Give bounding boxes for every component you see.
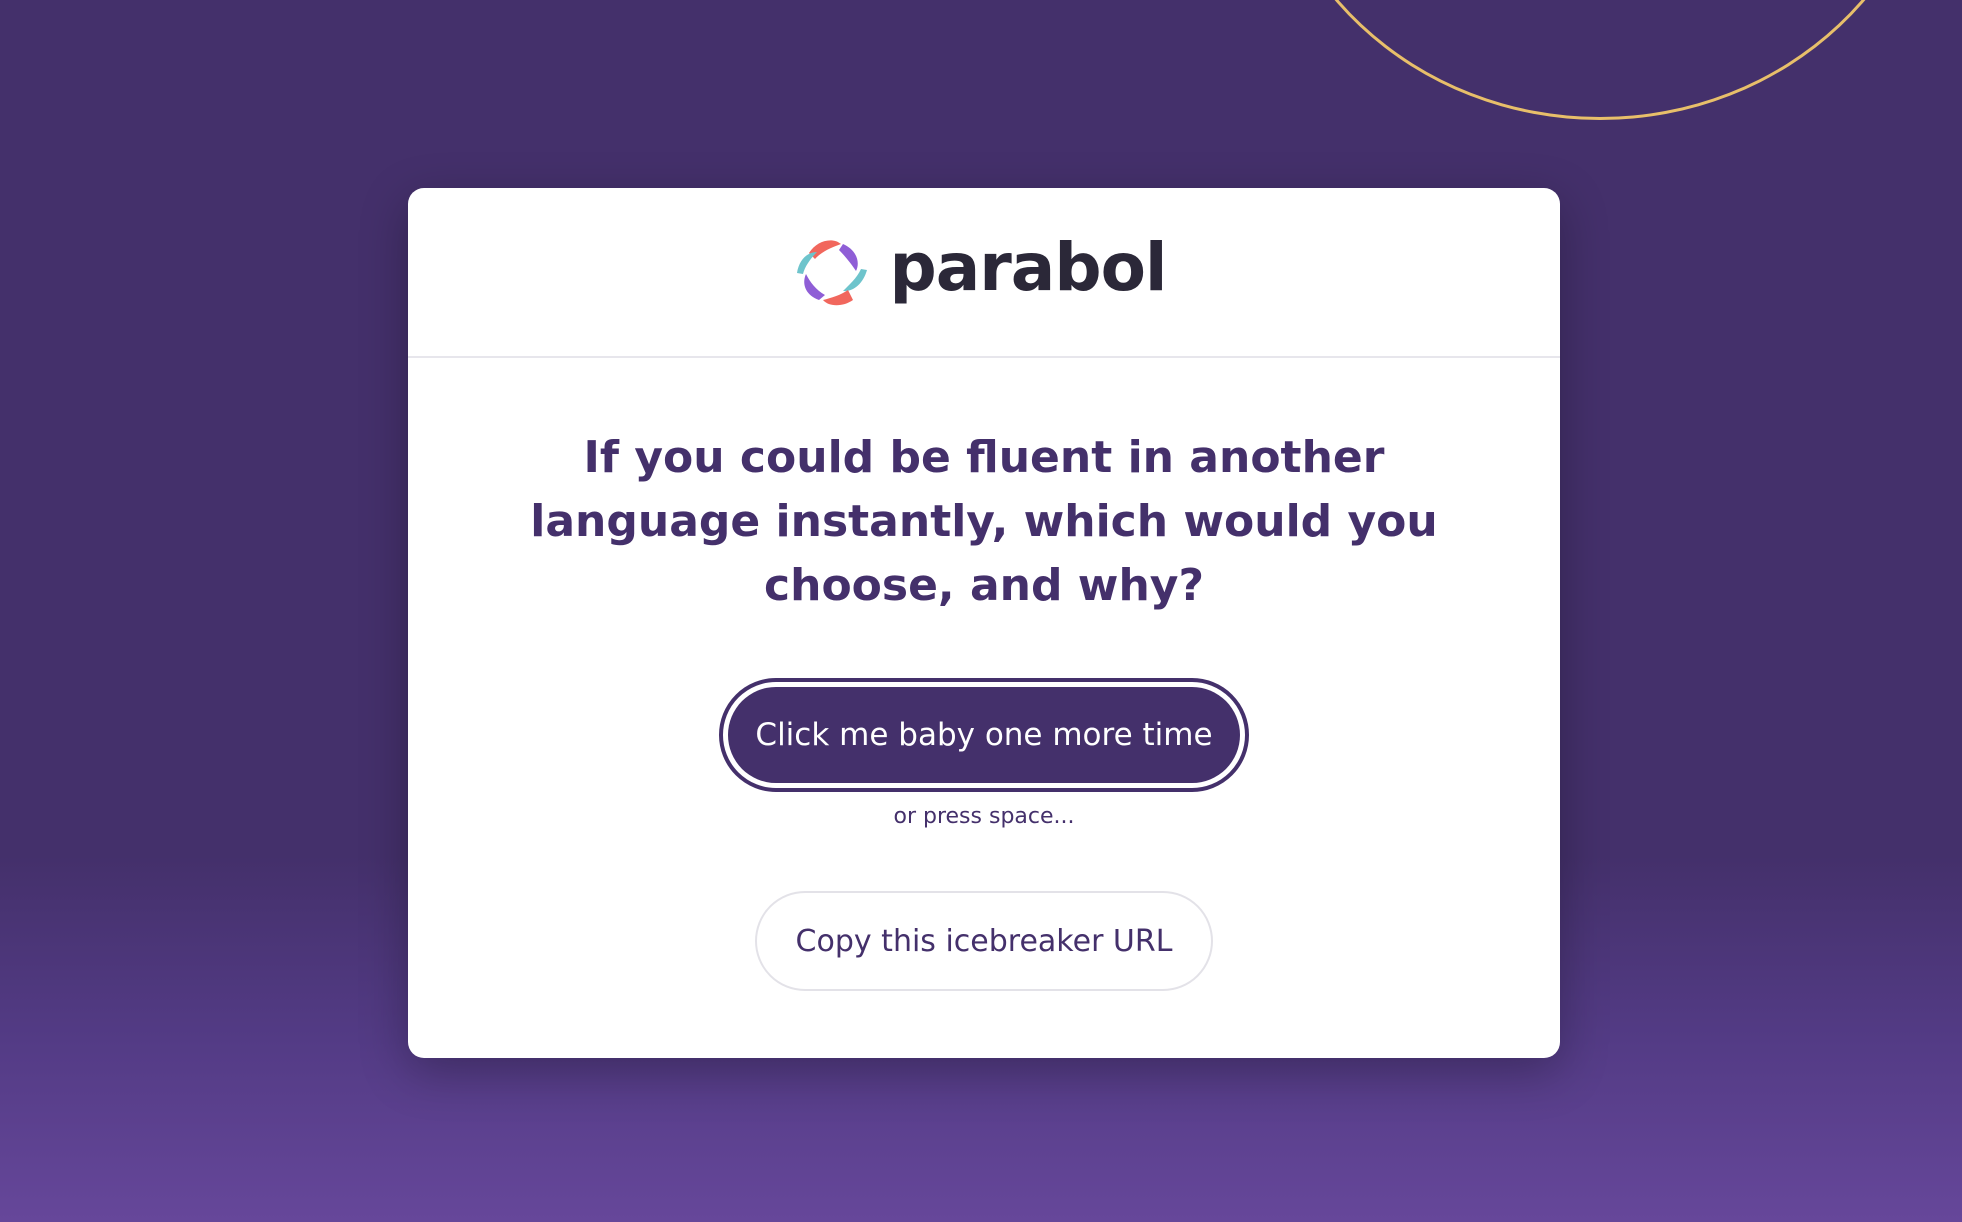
- keyboard-hint: or press space...: [893, 804, 1075, 829]
- next-icebreaker-button[interactable]: Click me baby one more time: [728, 687, 1240, 783]
- parabol-logo-icon: [797, 240, 868, 306]
- icebreaker-prompt: If you could be fluent in another langua…: [530, 432, 1438, 611]
- card-header: parabol: [408, 188, 1560, 358]
- background-arc-decoration: [1260, 0, 1940, 120]
- parabol-logo: parabol: [795, 229, 1168, 307]
- copy-icebreaker-url-button[interactable]: Copy this icebreaker URL: [755, 891, 1213, 991]
- card-body: If you could be fluent in another langua…: [408, 358, 1560, 991]
- brand-wordmark: parabol: [889, 229, 1167, 306]
- icebreaker-card: parabol If you could be fluent in anothe…: [408, 188, 1560, 1058]
- next-icebreaker-button-ring[interactable]: Click me baby one more time: [719, 678, 1249, 792]
